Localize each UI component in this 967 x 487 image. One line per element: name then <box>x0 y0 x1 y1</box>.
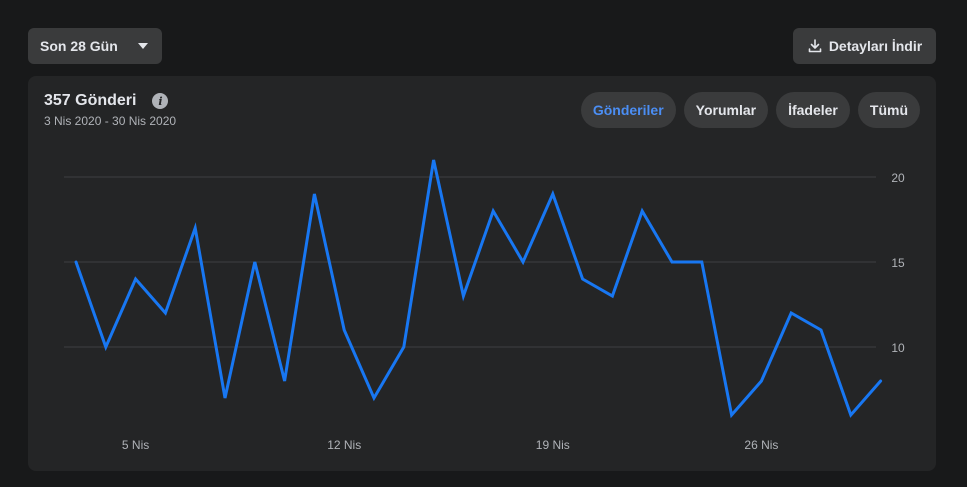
data-point[interactable] <box>249 256 261 268</box>
posts-line-chart: 10 15 20 5 Nis 12 Nis 19 Nis 26 Nis <box>64 154 905 452</box>
data-point[interactable] <box>338 324 350 336</box>
data-point[interactable] <box>815 324 827 336</box>
data-point[interactable] <box>308 188 320 200</box>
data-point[interactable] <box>279 375 291 387</box>
y-tick-label: 10 <box>891 341 905 355</box>
data-point[interactable] <box>189 222 201 234</box>
data-point[interactable] <box>875 375 887 387</box>
download-details-button[interactable]: Detayları İndir <box>793 28 936 64</box>
data-point[interactable] <box>547 188 559 200</box>
data-point[interactable] <box>428 154 440 166</box>
download-icon <box>808 39 822 53</box>
x-tick-label: 26 Nis <box>744 438 778 452</box>
data-point[interactable] <box>696 256 708 268</box>
y-tick-label: 20 <box>891 171 905 185</box>
posts-chart-card: 357 Gönderi i 3 Nis 2020 - 30 Nis 2020 G… <box>28 76 936 471</box>
data-point[interactable] <box>398 341 410 353</box>
data-point[interactable] <box>845 409 857 421</box>
download-details-label: Detayları İndir <box>828 38 923 54</box>
x-tick-label: 12 Nis <box>327 438 361 452</box>
data-point[interactable] <box>487 205 499 217</box>
data-point[interactable] <box>726 409 738 421</box>
caret-down-icon <box>138 43 148 49</box>
data-point[interactable] <box>100 341 112 353</box>
data-point[interactable] <box>666 256 678 268</box>
y-tick-label: 15 <box>891 256 905 270</box>
data-point[interactable] <box>755 375 767 387</box>
data-point[interactable] <box>130 273 142 285</box>
date-range-label: Son 28 Gün <box>40 38 118 54</box>
data-point[interactable] <box>606 290 618 302</box>
data-point[interactable] <box>517 256 529 268</box>
x-tick-label: 5 Nis <box>122 438 149 452</box>
data-point[interactable] <box>70 256 82 268</box>
x-tick-label: 19 Nis <box>536 438 570 452</box>
date-range-dropdown[interactable]: Son 28 Gün <box>28 28 162 64</box>
data-point[interactable] <box>457 290 469 302</box>
data-point[interactable] <box>159 307 171 319</box>
data-point[interactable] <box>636 205 648 217</box>
data-point[interactable] <box>785 307 797 319</box>
data-point[interactable] <box>577 273 589 285</box>
data-point[interactable] <box>219 392 231 404</box>
data-point[interactable] <box>368 392 380 404</box>
